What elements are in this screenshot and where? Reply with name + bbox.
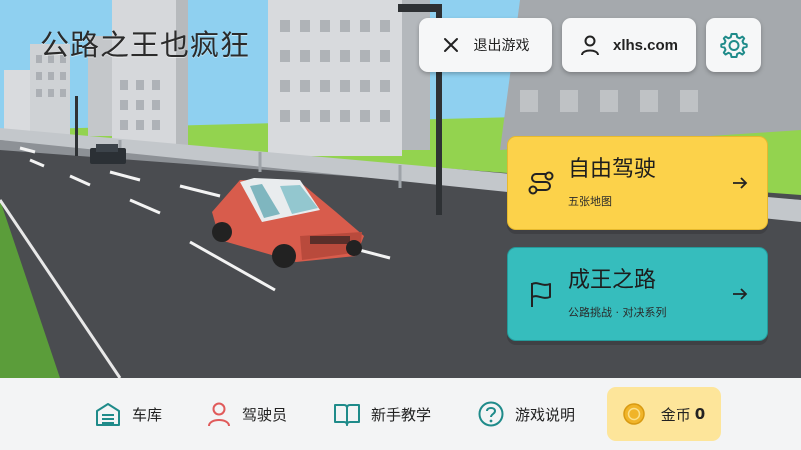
nav-help[interactable]: 游戏说明 [477,378,575,450]
close-icon [442,36,460,54]
exit-game-label: 退出游戏 [473,38,530,54]
coin-icon [623,403,645,425]
nav-tutorial[interactable]: 新手教学 [333,378,431,450]
nav-drivers-label: 驾驶员 [242,405,288,424]
coin-balance[interactable]: 金币 0 [607,387,721,441]
game-title: 公路之王也疯狂 [40,28,251,62]
arrow-right-icon [731,285,749,303]
king-road-card[interactable]: 成王之路 公路挑战 · 对决系列 [507,247,768,341]
account-label: xlhs.com [612,36,679,54]
king-road-subtitle: 公路挑战 · 对决系列 [568,305,667,319]
flag-icon [526,279,556,309]
nav-drivers[interactable]: 驾驶员 [206,378,287,450]
book-icon [334,404,360,426]
arrow-right-icon [731,174,749,192]
driver-icon [208,402,230,427]
nav-garage-label: 车库 [132,405,163,424]
route-icon [526,168,556,198]
settings-button[interactable] [706,18,761,72]
user-icon [580,34,600,56]
free-drive-title: 自由驾驶 [568,157,657,183]
nav-help-label: 游戏说明 [515,405,576,424]
nav-tutorial-label: 新手教学 [371,405,432,424]
exit-game-button[interactable]: 退出游戏 [419,18,552,72]
free-drive-subtitle: 五张地图 [568,194,612,208]
coin-value: 0 [694,405,706,423]
bottom-nav-bar: 车库 驾驶员 新手教学 游戏说明 金币 0 [0,378,801,450]
king-road-title: 成王之路 [568,268,657,294]
help-icon [478,401,504,427]
account-button[interactable]: xlhs.com [562,18,696,72]
nav-garage[interactable]: 车库 [94,378,162,450]
coin-label: 金币 [660,405,691,424]
free-drive-card[interactable]: 自由驾驶 五张地图 [507,136,768,230]
garage-icon [96,403,120,426]
gear-icon [719,31,748,59]
